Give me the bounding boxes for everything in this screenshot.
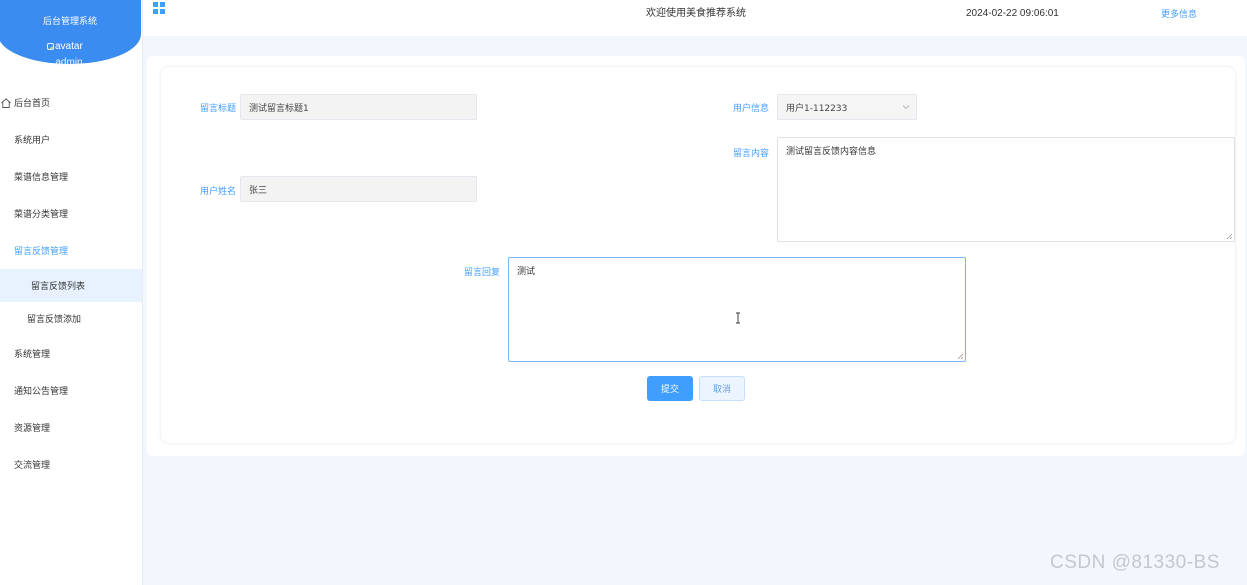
- sidebar-item-label: 留言反馈管理: [14, 247, 69, 257]
- resize-handle-icon[interactable]: [1226, 233, 1233, 240]
- sidebar-menu: 后台首页 系统用户 菜谱信息管理 菜谱分类管理 留言反馈管理 留言反馈列表 留言…: [0, 84, 142, 483]
- top-header: 欢迎使用美食推荐系统 2024-02-22 09:06:01 更多信息: [143, 0, 1247, 36]
- sidebar-subitem-feedback-list[interactable]: 留言反馈列表: [0, 269, 142, 302]
- more-info-link[interactable]: 更多信息: [1161, 7, 1197, 20]
- chevron-down-icon: [902, 105, 910, 110]
- sidebar-item-system-management[interactable]: 系统管理: [0, 335, 142, 372]
- name-input[interactable]: 张三: [240, 176, 477, 202]
- sidebar-item-resources[interactable]: 资源管理: [0, 409, 142, 446]
- title-label: 留言标题: [199, 104, 236, 114]
- avatar-alt-text: avatar: [55, 41, 83, 52]
- welcome-text: 欢迎使用美食推荐系统: [646, 8, 746, 19]
- datetime: 2024-02-22 09:06:01: [966, 8, 1059, 19]
- sidebar-item-feedback[interactable]: 留言反馈管理: [0, 232, 142, 269]
- content-value: 测试留言反馈内容信息: [786, 147, 877, 157]
- resize-handle-icon[interactable]: [957, 353, 964, 360]
- sidebar-item-recipe-category[interactable]: 菜谱分类管理: [0, 195, 142, 232]
- sidebar-item-label: 系统用户: [14, 136, 51, 146]
- content-label: 留言内容: [732, 149, 769, 159]
- title-input[interactable]: 测试留言标题1: [240, 94, 477, 120]
- name-value: 张三: [249, 185, 268, 196]
- avatar[interactable]: avatar: [47, 41, 83, 52]
- feedback-form: 留言标题 测试留言标题1 用户信息 用户1-112233 留言内容 测试留言反馈…: [161, 67, 1235, 443]
- username: admin: [55, 57, 83, 68]
- sidebar-item-label: 菜谱信息管理: [14, 173, 69, 183]
- sidebar-subitem-label: 留言反馈添加: [27, 315, 82, 325]
- sidebar-subitem-feedback-add[interactable]: 留言反馈添加: [0, 302, 142, 335]
- menu-grid-icon[interactable]: [152, 1, 166, 15]
- sidebar-item-system-users[interactable]: 系统用户: [0, 121, 142, 158]
- submit-button[interactable]: 提交: [647, 376, 693, 401]
- sidebar-item-exchange[interactable]: 交流管理: [0, 446, 142, 483]
- sidebar-item-label: 交流管理: [14, 461, 51, 471]
- main-content: 留言标题 测试留言标题1 用户信息 用户1-112233 留言内容 测试留言反馈…: [143, 36, 1247, 585]
- sidebar-item-label: 系统管理: [14, 350, 51, 360]
- sidebar-item-notice[interactable]: 通知公告管理: [0, 372, 142, 409]
- userinfo-value: 用户1-112233: [786, 103, 848, 114]
- sidebar-item-home[interactable]: 后台首页: [0, 84, 142, 121]
- sidebar-item-label: 通知公告管理: [14, 387, 69, 397]
- sidebar-item-recipe-info[interactable]: 菜谱信息管理: [0, 158, 142, 195]
- name-label: 用户姓名: [199, 187, 236, 197]
- sidebar-item-label: 资源管理: [14, 424, 51, 434]
- content-textarea[interactable]: 测试留言反馈内容信息: [777, 137, 1235, 242]
- cancel-button[interactable]: 取消: [699, 376, 745, 401]
- broken-image-icon: [47, 43, 54, 50]
- sidebar-item-label: 后台首页: [14, 99, 51, 109]
- sidebar-item-label: 菜谱分类管理: [14, 210, 69, 220]
- watermark: CSDN @81330-BS: [1050, 552, 1220, 573]
- userinfo-label: 用户信息: [732, 104, 769, 114]
- sidebar-subitem-label: 留言反馈列表: [31, 282, 86, 292]
- sidebar-header: [0, 0, 141, 64]
- text-cursor-icon: [736, 312, 740, 324]
- content-panel: 留言标题 测试留言标题1 用户信息 用户1-112233 留言内容 测试留言反馈…: [147, 56, 1245, 456]
- sidebar: 后台管理系统 avatar admin 后台首页 系统用户 菜谱信息管理 菜谱分…: [0, 0, 143, 585]
- userinfo-select[interactable]: 用户1-112233: [777, 94, 917, 120]
- title-value: 测试留言标题1: [249, 103, 309, 114]
- system-title: 后台管理系统: [42, 17, 97, 27]
- home-icon: [1, 97, 11, 108]
- reply-textarea[interactable]: 测试: [508, 257, 966, 362]
- reply-value: 测试: [517, 267, 536, 277]
- reply-label: 留言回复: [463, 268, 500, 278]
